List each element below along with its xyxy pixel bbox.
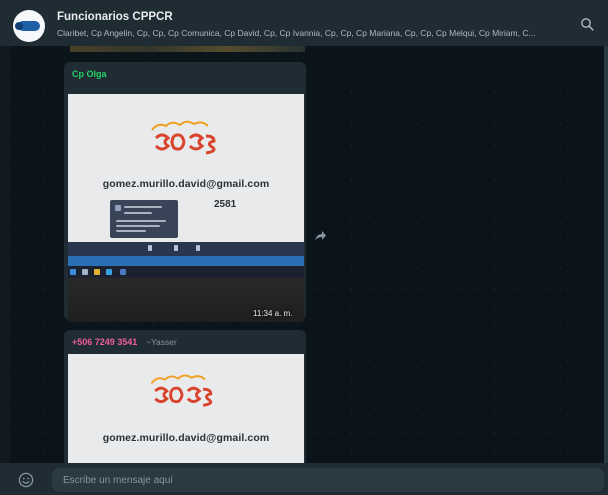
previous-message-image-edge[interactable]: [70, 46, 305, 52]
chat-scrollbar[interactable]: [604, 46, 608, 463]
message-image[interactable]: gomez.murillo.david@gmail.com: [68, 354, 304, 463]
search-icon[interactable]: [580, 17, 594, 31]
sidebar-edge: [0, 46, 10, 463]
screen-taskbar: [68, 266, 304, 278]
group-avatar-icon[interactable]: [13, 10, 45, 42]
chat-conversation-panel[interactable]: Cp Olga gomez.murillo.david@gmail.com 25…: [0, 46, 608, 463]
forward-icon[interactable]: [313, 229, 327, 243]
club-logo-icon: [151, 120, 216, 155]
message-image[interactable]: gomez.murillo.david@gmail.com 2581: [68, 94, 304, 322]
image-email-text: gomez.murillo.david@gmail.com: [102, 178, 270, 190]
message-sender-name[interactable]: Cp Olga: [72, 69, 107, 79]
message-composer: [0, 463, 608, 495]
club-logo-icon: [150, 374, 213, 407]
message-sender-pushname: ~Yasser: [146, 337, 177, 347]
screen-app-bar: [68, 242, 304, 256]
message-timestamp: 11:34 a. m.: [253, 309, 293, 318]
chat-header[interactable]: Funcionarios CPPCR Claribet, Cp Angelin,…: [0, 0, 608, 46]
screen-blue-bar: [68, 256, 304, 266]
message-input[interactable]: [52, 468, 604, 492]
image-email-text: gomez.murillo.david@gmail.com: [102, 432, 270, 444]
screen-dialog-window: [110, 200, 178, 238]
emoji-icon[interactable]: [18, 472, 34, 488]
group-members-list[interactable]: Claribet, Cp Angelin, Cp, Cp, Cp Comunic…: [57, 28, 567, 38]
group-title[interactable]: Funcionarios CPPCR: [57, 11, 173, 23]
message-sender-phone[interactable]: +506 7249 3541: [72, 337, 137, 347]
image-number-text: 2581: [214, 199, 237, 210]
